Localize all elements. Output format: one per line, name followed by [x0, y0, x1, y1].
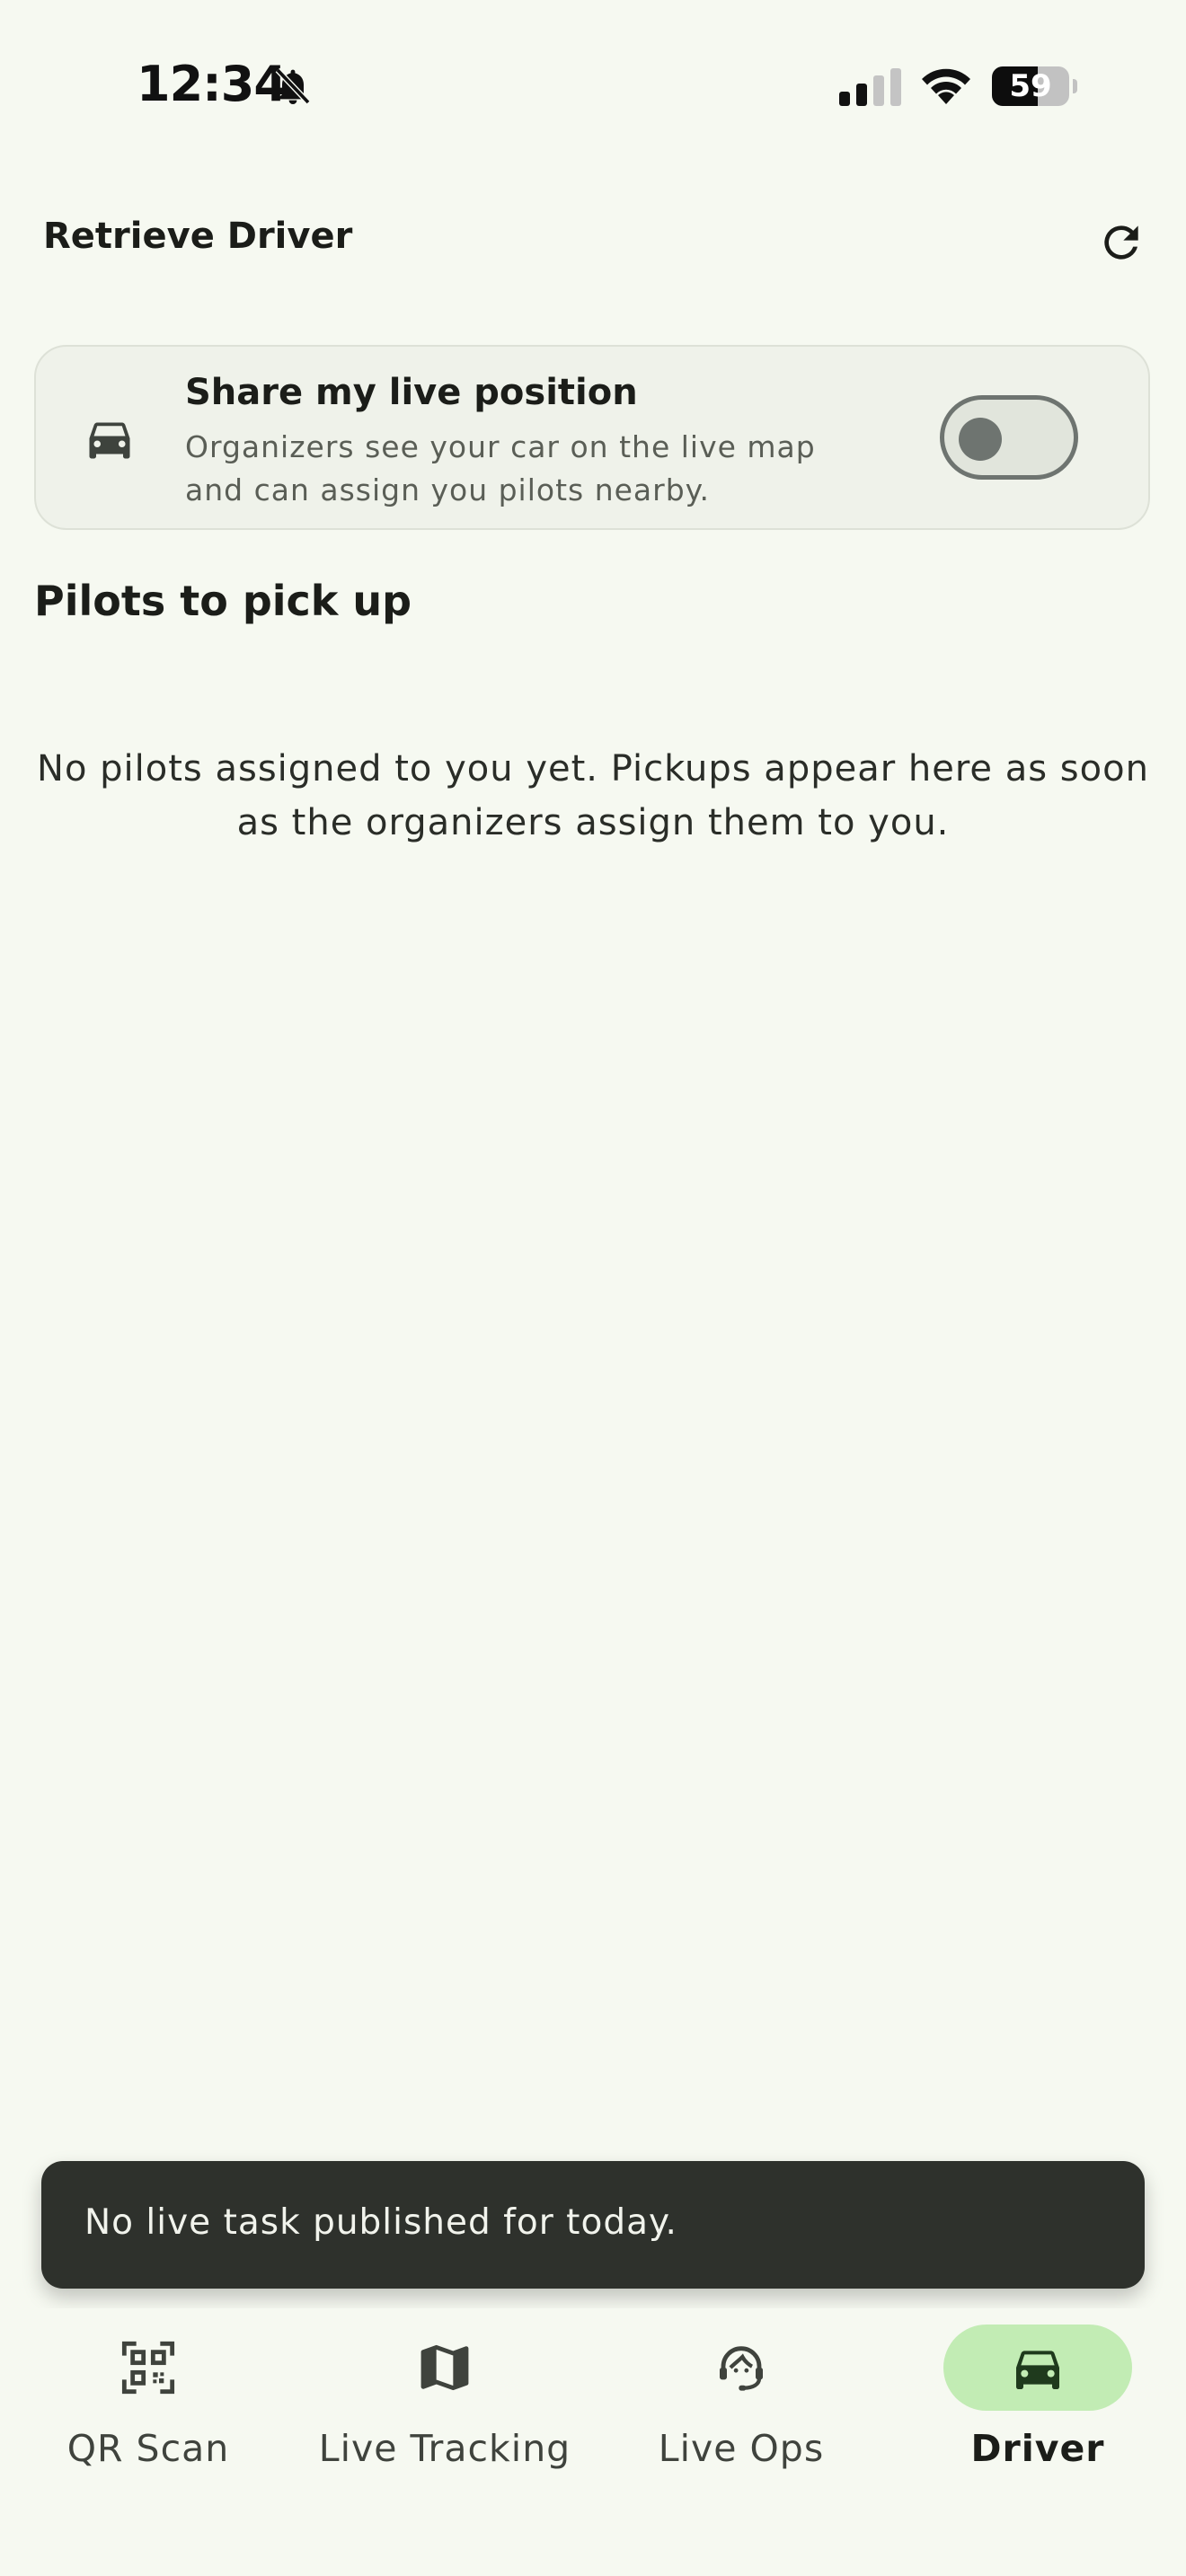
- map-icon: [420, 2344, 469, 2391]
- toggle-knob: [959, 418, 1002, 461]
- support-agent-icon: [720, 2346, 763, 2391]
- status-time: 12:34: [137, 56, 288, 112]
- qr-code-icon: [121, 2341, 175, 2395]
- refresh-icon: [1104, 225, 1138, 260]
- car-icon: [1016, 2351, 1059, 2389]
- status-bar: 12:34 59: [0, 0, 1186, 171]
- battery-tip: [1073, 79, 1077, 93]
- bottom-navigation: QR Scan Live Tracking Live Ops Driver: [0, 2308, 1186, 2576]
- nav-label: Live Ops: [658, 2427, 825, 2470]
- wifi-icon: [922, 68, 970, 104]
- share-position-title: Share my live position: [185, 372, 638, 413]
- car-icon: [89, 422, 130, 459]
- nav-item-live-ops[interactable]: Live Ops: [593, 2308, 890, 2506]
- nav-label: QR Scan: [66, 2427, 230, 2470]
- cellular-signal-icon: [839, 68, 901, 106]
- empty-state-message: No pilots assigned to you yet. Pickups a…: [37, 748, 1149, 843]
- bell-slash-icon: [275, 67, 311, 105]
- share-position-toggle[interactable]: [940, 395, 1078, 480]
- snackbar-message: No live task published for today.: [84, 2202, 677, 2243]
- battery-percent: 59: [1009, 68, 1052, 104]
- refresh-button[interactable]: [1089, 210, 1154, 275]
- nav-item-driver[interactable]: Driver: [890, 2308, 1186, 2506]
- pilots-section-title: Pilots to pick up: [34, 577, 412, 625]
- nav-label: Driver: [970, 2427, 1105, 2470]
- page-title: Retrieve Driver: [43, 216, 353, 257]
- nav-label: Live Tracking: [318, 2427, 571, 2470]
- share-position-card: Share my live position Organizers see yo…: [34, 345, 1150, 530]
- share-position-description: Organizers see your car on the live map …: [185, 429, 816, 507]
- snackbar: No live task published for today.: [41, 2161, 1145, 2289]
- nav-item-live-tracking[interactable]: Live Tracking: [296, 2308, 593, 2506]
- battery-icon: 59: [992, 66, 1077, 106]
- nav-item-qr-scan[interactable]: QR Scan: [0, 2308, 296, 2506]
- battery-body: 59: [992, 66, 1069, 106]
